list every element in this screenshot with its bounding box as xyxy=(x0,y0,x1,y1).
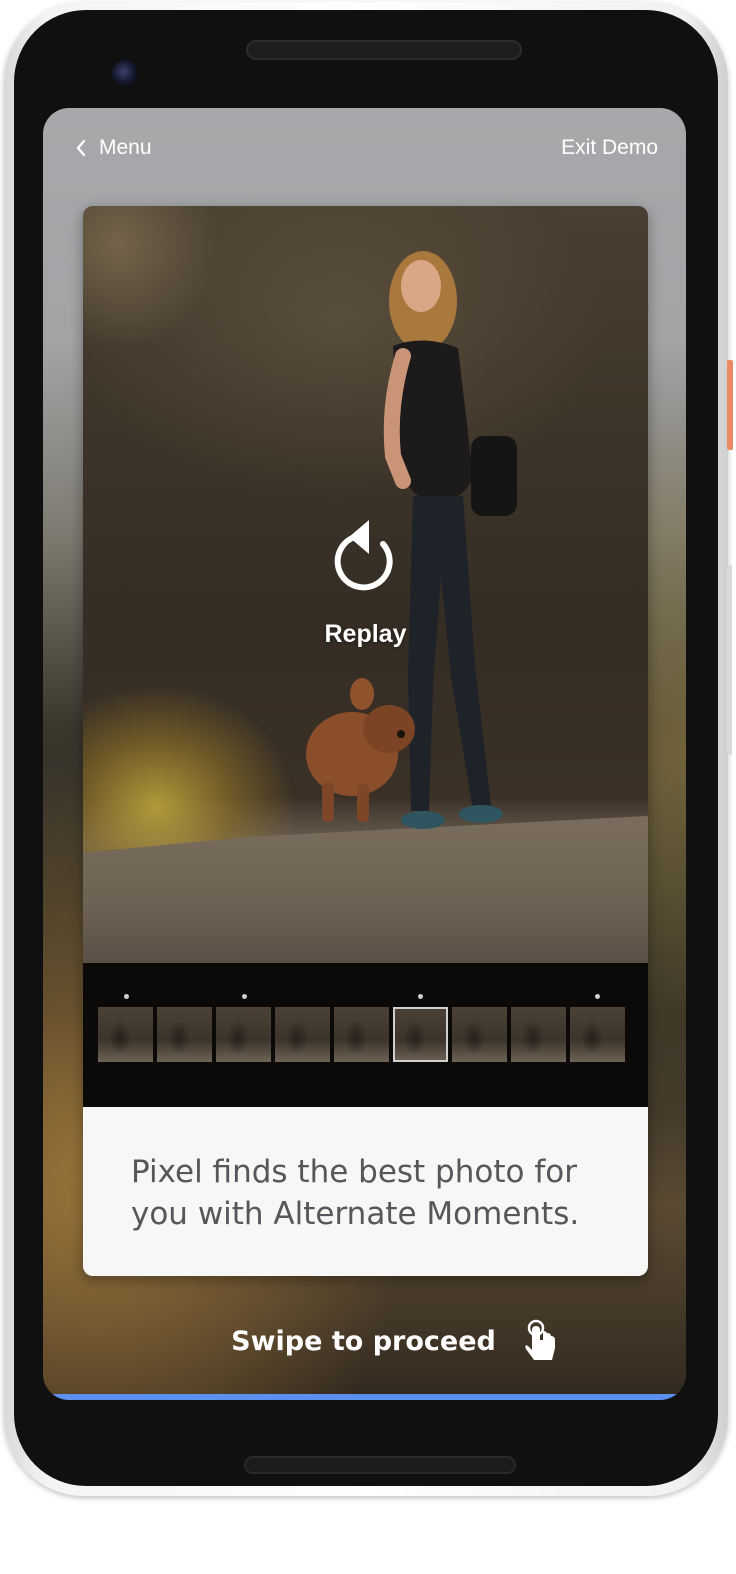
thumbnail-selected[interactable] xyxy=(393,1007,448,1062)
tap-hand-icon xyxy=(525,1319,555,1360)
swipe-label: Swipe to proceed xyxy=(231,1325,496,1357)
phone-screen: Menu Exit Demo Replay Pixel finds the be… xyxy=(43,108,686,1400)
bottom-speaker xyxy=(244,1456,516,1474)
volume-button xyxy=(727,565,732,755)
thumbnail[interactable] xyxy=(334,1007,389,1062)
front-camera xyxy=(112,60,138,86)
caption-box: Pixel finds the best photo for you with … xyxy=(83,1107,648,1276)
progress-bar xyxy=(43,1394,686,1400)
moment-marker xyxy=(595,994,600,999)
thumbnail[interactable] xyxy=(216,1007,271,1062)
dog-figure xyxy=(306,678,415,822)
thumbnail[interactable] xyxy=(275,1007,330,1062)
replay-icon[interactable] xyxy=(331,514,401,594)
thumbnail[interactable] xyxy=(157,1007,212,1062)
moment-marker xyxy=(124,994,129,999)
chevron-left-icon xyxy=(76,139,86,157)
thumbnail[interactable] xyxy=(98,1007,153,1062)
menu-back-button[interactable]: Menu xyxy=(75,136,152,160)
thumbnail[interactable] xyxy=(452,1007,507,1062)
thumbnail[interactable] xyxy=(570,1007,625,1062)
thumbnail-row xyxy=(98,1007,625,1062)
filmstrip xyxy=(83,963,648,1107)
replay-label[interactable]: Replay xyxy=(83,620,648,649)
moment-marker xyxy=(242,994,247,999)
swipe-hint[interactable]: Swipe to proceed xyxy=(43,1316,686,1366)
menu-label: Menu xyxy=(99,136,152,159)
power-button xyxy=(727,360,733,450)
moment-marker xyxy=(418,994,423,999)
thumbnail[interactable] xyxy=(511,1007,566,1062)
demo-photo: Replay xyxy=(83,206,648,963)
caption-text: Pixel finds the best photo for you with … xyxy=(131,1154,580,1232)
top-speaker xyxy=(246,40,522,60)
exit-demo-button[interactable]: Exit Demo xyxy=(561,136,658,160)
demo-card: Replay Pixel finds the best photo for yo… xyxy=(83,206,648,1276)
